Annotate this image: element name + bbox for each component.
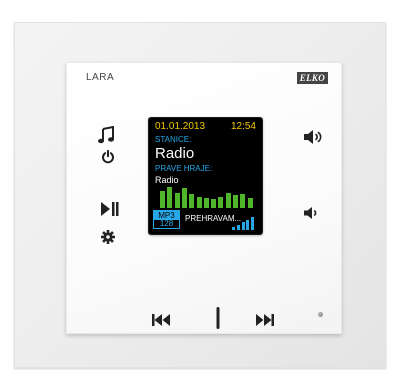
radio-module: LARA ELKO 01.01.2013 12:54 STANICE: Radi… <box>66 62 342 334</box>
equalizer-bar <box>203 198 209 208</box>
equalizer-bar <box>240 194 246 208</box>
equalizer-bar <box>225 193 231 208</box>
wall-frame: LARA ELKO 01.01.2013 12:54 STANICE: Radi… <box>14 22 386 368</box>
signal-bar <box>241 222 245 230</box>
signal-bar <box>236 225 240 230</box>
model-label: LARA <box>86 72 115 83</box>
music-note-icon[interactable] <box>98 126 114 144</box>
gear-icon[interactable] <box>101 230 115 244</box>
station-name: Radio <box>155 145 195 162</box>
equalizer-visualizer <box>160 186 260 208</box>
signal-strength-icon <box>232 217 256 230</box>
time-display: 12:54 <box>230 121 256 132</box>
signal-bar <box>246 220 250 230</box>
center-slider-icon[interactable] <box>216 307 220 329</box>
equalizer-bar <box>174 193 180 208</box>
equalizer-bar <box>167 187 173 208</box>
volume-down-icon[interactable] <box>304 207 318 219</box>
volume-up-icon[interactable] <box>304 130 322 144</box>
brand-logo: ELKO <box>296 72 328 84</box>
now-playing-label: PRAVE HRAJE: <box>155 164 213 173</box>
signal-bar <box>232 227 235 230</box>
lcd-display: 01.01.2013 12:54 STANICE: Radio PRAVE HR… <box>149 118 262 234</box>
equalizer-bar <box>196 197 202 208</box>
codec-bitrate: 128 <box>159 219 174 228</box>
equalizer-bar <box>189 194 195 208</box>
play-pause-icon[interactable] <box>101 202 119 216</box>
equalizer-bar <box>181 188 187 208</box>
status-led <box>318 312 323 317</box>
next-track-icon[interactable] <box>256 314 274 326</box>
equalizer-bar <box>160 191 165 208</box>
previous-track-icon[interactable] <box>152 314 170 326</box>
station-label: STANICE: <box>155 135 192 144</box>
signal-bar <box>251 217 255 230</box>
date-display: 01.01.2013 <box>155 121 206 132</box>
power-icon[interactable] <box>101 150 115 164</box>
now-playing-value: Radio <box>155 175 179 185</box>
codec-badge: MP3 128 <box>153 210 180 229</box>
equalizer-bar <box>211 199 217 208</box>
equalizer-bar <box>218 197 224 208</box>
equalizer-bar <box>233 195 238 208</box>
equalizer-bar <box>247 198 253 208</box>
